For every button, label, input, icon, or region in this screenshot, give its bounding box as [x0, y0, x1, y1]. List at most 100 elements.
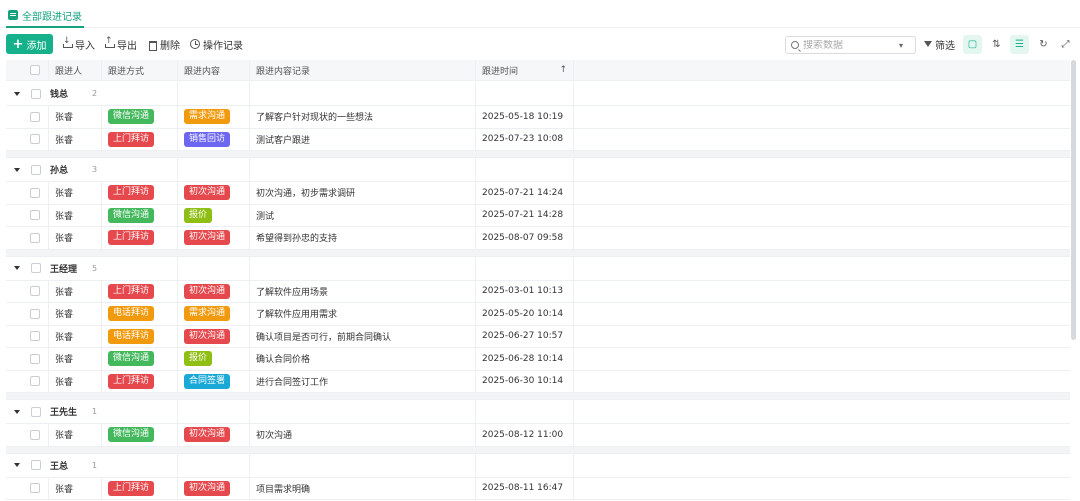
table-row[interactable]: 张睿 微信沟通 报价 测试 2025-07-21 14:28: [6, 204, 1070, 227]
person-cell: 张睿: [49, 348, 102, 370]
collapse-caret-icon[interactable]: [14, 463, 20, 467]
add-button[interactable]: + 添加: [6, 34, 53, 54]
search-input[interactable]: [803, 39, 899, 51]
record-cell: 初次沟通: [250, 424, 476, 446]
collapse-caret-icon[interactable]: [14, 266, 20, 270]
collapse-caret-icon[interactable]: [14, 409, 20, 414]
chevron-down-icon[interactable]: ▾: [899, 41, 903, 50]
group-row[interactable]: 孙总 3: [6, 158, 1070, 182]
record-cell: 进行合同签订工作: [250, 370, 476, 392]
time-text: 2025-07-21 14:28: [482, 210, 564, 221]
group-empty-cell: [102, 158, 178, 181]
table-row[interactable]: 张睿 微信沟通 初次沟通 初次沟通 2025-08-12 11:00: [6, 424, 1070, 447]
collapse-caret-icon[interactable]: [14, 167, 20, 172]
row-select-cell: [6, 424, 49, 446]
header-method[interactable]: 跟进方式: [102, 60, 178, 80]
method-tag: 微信沟通: [108, 351, 155, 367]
header-content[interactable]: 跟进内容: [178, 60, 250, 80]
header-person[interactable]: 跟进人: [49, 60, 102, 80]
sort-ascending-icon[interactable]: ↑: [559, 65, 567, 75]
row-checkbox[interactable]: [30, 134, 40, 145]
row-checkbox[interactable]: [30, 111, 40, 122]
time-text: 2025-05-18 10:19: [482, 111, 564, 122]
method-tag: 微信沟通: [108, 207, 155, 223]
content-cell: 初次沟通: [178, 325, 250, 347]
method-tag: 微信沟通: [108, 109, 155, 125]
header-record[interactable]: 跟进内容记录: [250, 60, 476, 80]
group-name: 钱总: [50, 90, 69, 100]
row-checkbox[interactable]: [30, 210, 40, 221]
row-checkbox[interactable]: [30, 187, 40, 198]
method-cell: 上门拜访: [102, 280, 178, 302]
row-checkbox[interactable]: [30, 331, 40, 342]
import-button[interactable]: 导入: [62, 34, 95, 54]
record-text: 确认合同价格: [256, 355, 311, 366]
content-tag: 需求沟通: [184, 306, 231, 322]
row-checkbox[interactable]: [30, 429, 40, 440]
select-all-checkbox[interactable]: [30, 65, 40, 75]
export-button[interactable]: 导出: [104, 34, 137, 54]
group-header-cell: 王经理 5: [6, 257, 102, 280]
table-row[interactable]: 张睿 微信沟通 需求沟通 了解客户针对现状的一些想法 2025-05-18 10:19: [6, 106, 1070, 129]
row-select-cell: [6, 106, 49, 128]
table-row[interactable]: 张睿 上门拜访 初次沟通 希望得到孙忠的支持 2025-08-07 09:58: [6, 227, 1070, 250]
group-checkbox[interactable]: [31, 164, 41, 175]
header-time[interactable]: 跟进时间 ↑: [476, 60, 574, 80]
table-row[interactable]: 张睿 电话拜访 需求沟通 了解软件应用用需求 2025-05-20 10:14: [6, 303, 1070, 326]
group-row[interactable]: 王总 1: [6, 453, 1070, 478]
group-row[interactable]: 王先生 1: [6, 400, 1070, 424]
search-box: ▾: [785, 36, 916, 54]
filter-button[interactable]: 筛选: [924, 34, 955, 54]
row-checkbox[interactable]: [30, 376, 40, 387]
group-checkbox[interactable]: [31, 406, 41, 417]
group-empty-cell: [476, 453, 574, 477]
person-cell: 张睿: [49, 370, 102, 392]
table-row[interactable]: 张睿 上门拜访 初次沟通 了解软件应用场景 2025-03-01 10:13: [6, 280, 1070, 303]
refresh-button[interactable]: ↻: [1034, 35, 1053, 54]
table-row[interactable]: 张睿 上门拜访 初次沟通 项目需求明确 2025-08-11 16:47: [6, 477, 1070, 500]
group-header-cell: 王总 1: [6, 454, 102, 477]
sort-button[interactable]: ⇅: [987, 35, 1006, 54]
operation-log-button[interactable]: 操作记录: [190, 34, 243, 54]
record-cell: 项目需求明确: [250, 477, 476, 499]
time-text: 2025-07-23 10:08: [482, 134, 564, 145]
method-cell: 微信沟通: [102, 424, 178, 446]
group-count: 3: [92, 165, 98, 174]
card-view-button[interactable]: ▢: [963, 35, 982, 54]
record-text: 进行合同签订工作: [256, 377, 329, 388]
tab-all-followups[interactable]: 全部跟进记录: [6, 4, 84, 28]
row-checkbox[interactable]: [30, 286, 40, 297]
row-checkbox[interactable]: [30, 308, 40, 319]
record-cell: 测试: [250, 204, 476, 226]
table-row[interactable]: 张睿 电话拜访 初次沟通 确认项目是否可行，前期合同确认 2025-06-27 10:5…: [6, 325, 1070, 348]
record-cell: 希望得到孙忠的支持: [250, 227, 476, 249]
table-row[interactable]: 张睿 上门拜访 初次沟通 初次沟通，初步需求调研 2025-07-21 14:24: [6, 182, 1070, 205]
list-view-button[interactable]: ☰: [1010, 35, 1029, 54]
group-checkbox[interactable]: [31, 460, 41, 470]
content-cell: 初次沟通: [178, 182, 250, 204]
table-row[interactable]: 张睿 微信沟通 报价 确认合同价格 2025-06-28 10:14: [6, 348, 1070, 371]
row-checkbox[interactable]: [30, 483, 40, 494]
group-header-cell: 王先生 1: [6, 400, 102, 423]
group-empty-cell: [476, 82, 574, 105]
group-row[interactable]: 钱总 2: [6, 82, 1070, 106]
content-cell: 需求沟通: [178, 106, 250, 128]
group-row[interactable]: 王经理 5: [6, 256, 1070, 281]
fullscreen-button[interactable]: ⤢: [1056, 35, 1075, 54]
time-cell: 2025-05-18 10:19: [476, 106, 574, 128]
group-checkbox[interactable]: [31, 88, 41, 99]
time-cell: 2025-06-30 10:14: [476, 370, 574, 392]
record-cell: 初次沟通，初步需求调研: [250, 182, 476, 204]
table-row[interactable]: 张睿 上门拜访 合同签署 进行合同签订工作 2025-06-30 10:14: [6, 370, 1070, 393]
row-checkbox[interactable]: [30, 232, 40, 243]
group-empty-cell: [178, 400, 250, 423]
row-checkbox[interactable]: [30, 353, 40, 364]
table-icon: [8, 10, 18, 20]
group-empty-cell: [102, 453, 178, 477]
row-select-cell: [6, 370, 49, 392]
table-row[interactable]: 张睿 上门拜访 销售回访 测试客户跟进 2025-07-23 10:08: [6, 128, 1070, 151]
collapse-caret-icon[interactable]: [14, 91, 20, 96]
group-checkbox[interactable]: [31, 263, 41, 273]
vertical-scrollbar[interactable]: [1071, 60, 1076, 340]
delete-button[interactable]: 删除: [147, 34, 180, 54]
